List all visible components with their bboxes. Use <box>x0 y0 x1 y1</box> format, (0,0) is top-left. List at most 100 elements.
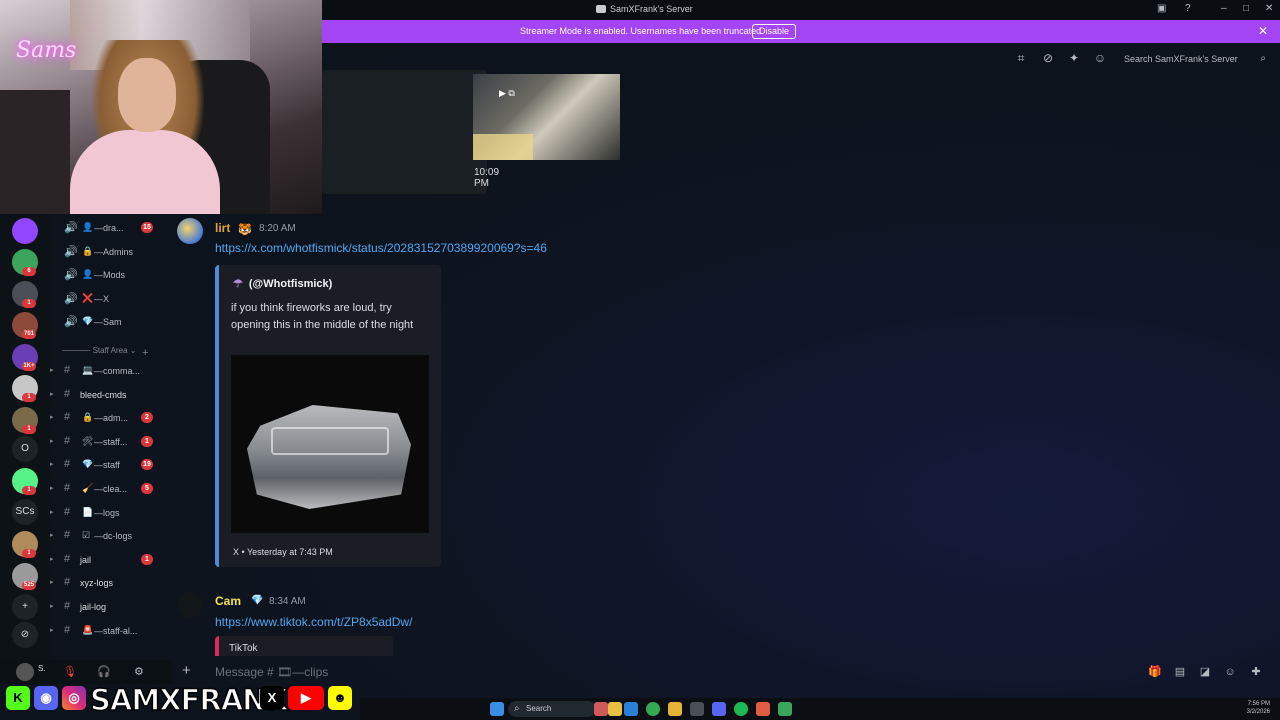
screen-share-icon[interactable]: ▣ <box>1157 3 1166 14</box>
channel-name: —dc-logs <box>94 531 133 542</box>
sticker-icon[interactable]: ◪ <box>1198 665 1212 679</box>
text-channel[interactable]: ▸ # 🧹 —clea... 5 <box>50 479 172 499</box>
instagram-icon: ◎ <box>62 686 86 710</box>
upload-plus-icon[interactable]: + <box>182 662 191 679</box>
taskbar-search-label: Search <box>526 704 552 713</box>
embed-description: if you think fireworks are loud, try ope… <box>231 302 414 331</box>
system-clock[interactable]: 7:56 PM 3/2/2026 <box>1247 700 1270 716</box>
embed-provider[interactable]: TikTok <box>229 643 258 654</box>
channel-emoji: ☑ <box>82 530 91 541</box>
spotify-icon[interactable] <box>734 702 748 716</box>
channel-name: —logs <box>94 507 120 518</box>
avatar[interactable] <box>177 218 203 244</box>
discord-taskbar-icon[interactable] <box>712 702 726 716</box>
embed-footer: X • Yesterday at 7:43 PM <box>233 547 333 557</box>
hash-icon: # <box>64 529 71 542</box>
channel-emoji: 👤 <box>82 222 94 232</box>
message-input[interactable]: Message # 🎞—clips <box>215 665 328 679</box>
category-staff-area[interactable]: ───── Staff Area ⌄ <box>62 346 137 355</box>
store-icon[interactable] <box>690 702 704 716</box>
server-mention-badge: 525 <box>22 581 36 590</box>
avatar[interactable] <box>177 592 203 618</box>
hash-icon: # <box>64 364 71 376</box>
hash-icon: # <box>64 387 71 400</box>
mic-muted-icon[interactable]: 🎙 <box>63 665 77 678</box>
embed-author[interactable]: ☂ (@Whotfismick) <box>233 277 332 290</box>
windows-taskbar: Search 7:56 PM 3/2/2026 <box>360 698 1280 720</box>
server-icon[interactable]: SCs <box>12 499 38 525</box>
window-title: SamXFrank's Server <box>596 4 693 14</box>
text-channel[interactable]: ▸ # jail 1 <box>50 550 172 570</box>
taskbar-app-icon[interactable] <box>608 702 622 716</box>
close-banner-icon[interactable]: ✕ <box>1258 24 1268 38</box>
message-link[interactable]: https://x.com/whotfismick/status/2028315… <box>215 241 547 255</box>
chevron-right-icon: ▸ <box>50 461 54 469</box>
server-search-input[interactable]: Search SamXFrank's Server ⌕ <box>1118 51 1270 67</box>
discover-icon[interactable]: ⊘ <box>12 622 38 648</box>
message-list: ▶ ⧉ 10:09 PM lirt 🐯 8:20 AM https://x.co… <box>172 70 1272 656</box>
voice-channel[interactable]: 🔊 👤 —Mods <box>50 265 172 285</box>
voice-channel[interactable]: 🔊 🔒 —Admins <box>50 242 172 262</box>
voice-channel[interactable]: 🔊 👤 —dra... 15 <box>50 218 172 238</box>
streamer-mode-banner: Streamer Mode is enabled. Usernames have… <box>322 20 1280 43</box>
thumbnail-table <box>473 134 533 160</box>
channel-name: —Sam <box>94 317 122 327</box>
disable-streamer-mode-button[interactable]: Disable <box>752 24 797 39</box>
embed-image[interactable] <box>231 355 429 533</box>
text-channel[interactable]: ▸ # 🛠 —staff... 1 <box>50 432 172 452</box>
message-author[interactable]: Cam <box>215 594 241 608</box>
server-rail: 6 1 701 1K+ 1 1 O 1 SCs 1 525 + ⊘ <box>0 214 50 660</box>
text-channel[interactable]: ▸ # jail-log <box>50 597 172 617</box>
channel-emoji: 🚨 <box>82 624 94 635</box>
youtube-icon: ▶ <box>288 686 324 710</box>
emoji-icon[interactable]: ☺ <box>1223 665 1237 679</box>
channel-name: —dra... <box>94 223 124 233</box>
channel-name: —clea... <box>94 484 128 494</box>
discord-icon <box>596 5 606 13</box>
voice-channel[interactable]: 🔊 💎 —Sam <box>50 312 172 332</box>
taskbar-app-icon[interactable] <box>594 702 608 716</box>
gift-icon[interactable]: 🎁 <box>1148 665 1162 679</box>
user-name: S. <box>38 664 46 673</box>
notification-settings-icon[interactable]: ⊘ <box>1041 51 1055 65</box>
minimize-button[interactable]: – <box>1221 3 1227 14</box>
windows-start-icon[interactable] <box>490 702 504 716</box>
text-channel[interactable]: ▸ # 💻 —comma... <box>50 361 172 381</box>
member-list-icon[interactable]: ☺ <box>1093 51 1107 65</box>
server-icon[interactable]: O <box>12 436 38 462</box>
text-channel[interactable]: ▸ # ☑ —dc-logs <box>50 526 172 546</box>
voice-channel[interactable]: 🔊 ❌ —X <box>50 289 172 309</box>
window-title-text: SamXFrank's Server <box>610 4 693 14</box>
text-channel[interactable]: ▸ # xyz-logs <box>50 573 172 593</box>
text-channel[interactable]: ▸ # 📄 —logs <box>50 503 172 523</box>
maximize-button[interactable]: □ <box>1243 3 1249 14</box>
taskbar-app-icon[interactable] <box>756 702 770 716</box>
user-settings-gear-icon[interactable]: ⚙ <box>134 665 144 678</box>
pinned-messages-icon[interactable]: ✦ <box>1067 51 1081 65</box>
headphones-icon[interactable]: 🎧 <box>97 665 111 678</box>
taskbar-search[interactable]: Search <box>508 701 596 717</box>
threads-icon[interactable]: ⌗ <box>1014 51 1028 65</box>
text-channel[interactable]: ▸ # 🔒 —adm... 2 <box>50 408 172 428</box>
server-icon[interactable] <box>12 218 38 244</box>
message-link[interactable]: https://www.tiktok.com/t/ZP8x5adDw/ <box>215 615 412 629</box>
chevron-right-icon: ▸ <box>50 485 54 492</box>
taskbar-app-icon[interactable] <box>778 702 792 716</box>
text-channel[interactable]: ▸ # 💎 —staff 19 <box>50 455 172 475</box>
gif-icon[interactable]: ▤ <box>1173 665 1187 679</box>
add-server-icon[interactable]: + <box>12 594 38 620</box>
text-channel[interactable]: ▸ # bleed-cmds <box>50 385 172 405</box>
user-panel: S. 🎙 🎧 ⚙ <box>0 660 172 684</box>
edge-icon[interactable] <box>624 702 638 716</box>
help-icon[interactable]: ? <box>1185 3 1191 14</box>
file-explorer-icon[interactable] <box>668 702 682 716</box>
channel-emoji: 💎 <box>82 316 94 326</box>
user-avatar[interactable] <box>16 663 34 681</box>
text-channel[interactable]: ▸ # 🚨 —staff-al... <box>50 621 172 641</box>
apps-icon[interactable]: ✚ <box>1249 665 1263 679</box>
close-window-button[interactable]: ✕ <box>1265 3 1273 14</box>
message-author[interactable]: lirt <box>215 221 230 235</box>
video-thumbnail[interactable]: ▶ ⧉ <box>473 74 620 160</box>
chrome-icon[interactable] <box>646 702 660 716</box>
create-channel-icon[interactable]: + <box>142 347 148 359</box>
